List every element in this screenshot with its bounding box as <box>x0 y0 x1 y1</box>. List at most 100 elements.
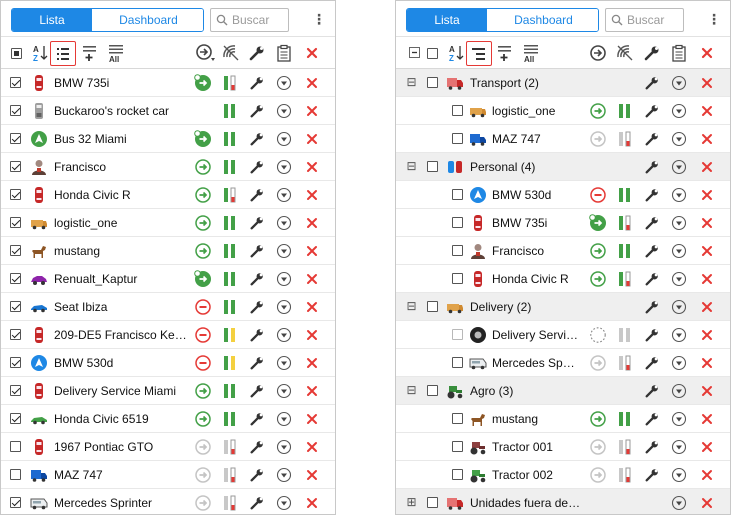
remove-unit-icon[interactable] <box>698 326 716 344</box>
remove-unit-icon[interactable] <box>698 410 716 428</box>
unit-checkbox[interactable] <box>10 469 21 480</box>
collapse-icon[interactable]: ⊟ <box>406 76 417 88</box>
unit-name[interactable]: 1967 Pontiac GTO <box>54 440 189 454</box>
unit-menu-icon[interactable] <box>670 130 688 148</box>
command-status-icon[interactable] <box>589 326 607 344</box>
unit-menu-icon[interactable] <box>275 326 293 344</box>
list-item[interactable]: Francisco <box>396 237 730 265</box>
command-status-icon[interactable] <box>194 382 212 400</box>
clipboard-icon[interactable] <box>668 42 690 64</box>
remove-unit-icon[interactable] <box>698 466 716 484</box>
unit-menu-icon[interactable] <box>275 438 293 456</box>
unit-menu-icon[interactable] <box>670 382 688 400</box>
command-status-icon[interactable] <box>589 410 607 428</box>
unit-checkbox[interactable] <box>10 301 21 312</box>
remove-unit-icon[interactable] <box>698 354 716 372</box>
wrench-icon[interactable] <box>248 74 266 92</box>
unit-name[interactable]: Mercedes Sprinter <box>54 496 189 510</box>
wrench-icon[interactable] <box>248 494 266 512</box>
unit-menu-icon[interactable] <box>275 298 293 316</box>
wrench-icon[interactable] <box>643 298 661 316</box>
command-status-icon[interactable] <box>194 270 212 288</box>
remove-unit-icon[interactable] <box>303 242 321 260</box>
group-row[interactable]: ⊟ Transport (2) <box>396 69 730 97</box>
unit-checkbox[interactable] <box>10 245 21 256</box>
command-status-icon[interactable] <box>589 438 607 456</box>
search-box[interactable] <box>210 8 289 32</box>
wrench-icon[interactable] <box>248 438 266 456</box>
remove-unit-icon[interactable] <box>303 130 321 148</box>
unit-menu-icon[interactable] <box>670 214 688 232</box>
list-item[interactable]: Delivery Servi… <box>396 321 730 349</box>
unit-menu-icon[interactable] <box>670 242 688 260</box>
list-item[interactable]: MAZ 747 <box>1 461 335 489</box>
unit-menu-icon[interactable] <box>275 494 293 512</box>
command-status-icon[interactable] <box>194 466 212 484</box>
list-item[interactable]: BMW 530d <box>396 181 730 209</box>
tab-lista[interactable]: Lista <box>407 9 487 31</box>
unit-name[interactable]: Honda Civic R <box>54 188 189 202</box>
list-item[interactable]: BMW 735i <box>396 209 730 237</box>
unit-checkbox[interactable] <box>452 469 463 480</box>
remove-unit-icon[interactable] <box>303 438 321 456</box>
list-item[interactable]: Renualt_Kaptur <box>1 265 335 293</box>
wrench-icon[interactable] <box>643 102 661 120</box>
list-item[interactable]: MAZ 747 <box>396 125 730 153</box>
unit-checkbox[interactable] <box>452 105 463 116</box>
remove-unit-icon[interactable] <box>698 186 716 204</box>
remove-unit-icon[interactable] <box>698 158 716 176</box>
group-view-icon[interactable] <box>466 41 492 66</box>
add-all-icon[interactable]: All <box>520 42 542 64</box>
wrench-icon[interactable] <box>248 354 266 372</box>
expand-icon[interactable]: ⊞ <box>406 496 417 508</box>
wrench-icon[interactable] <box>643 382 661 400</box>
signal-icon[interactable] <box>614 42 636 64</box>
wrench-icon[interactable] <box>643 466 661 484</box>
remove-unit-icon[interactable] <box>698 214 716 232</box>
unit-menu-icon[interactable] <box>670 102 688 120</box>
list-item[interactable]: Francisco <box>1 153 335 181</box>
unit-name[interactable]: Bus 32 Miami <box>54 132 189 146</box>
remove-unit-icon[interactable] <box>303 186 321 204</box>
group-checkbox[interactable] <box>427 385 438 396</box>
wrench-icon[interactable] <box>641 42 663 64</box>
wrench-icon[interactable] <box>643 130 661 148</box>
remove-unit-icon[interactable] <box>303 326 321 344</box>
group-row[interactable]: ⊟ Agro (3) <box>396 377 730 405</box>
wrench-icon[interactable] <box>248 158 266 176</box>
list-item[interactable]: Mercedes Sprinter <box>1 489 335 514</box>
remove-unit-icon[interactable] <box>303 214 321 232</box>
remove-unit-icon[interactable] <box>698 102 716 120</box>
unit-checkbox[interactable] <box>452 357 463 368</box>
wrench-icon[interactable] <box>248 214 266 232</box>
unit-name[interactable]: mustang <box>492 412 578 426</box>
unit-name[interactable]: logistic_one <box>492 104 578 118</box>
add-to-list-icon[interactable] <box>79 42 101 64</box>
tab-lista[interactable]: Lista <box>12 9 92 31</box>
wrench-icon[interactable] <box>643 74 661 92</box>
select-all-checkbox[interactable] <box>5 42 27 64</box>
unit-checkbox[interactable] <box>10 497 21 508</box>
remove-unit-icon[interactable] <box>698 270 716 288</box>
unit-menu-icon[interactable] <box>275 186 293 204</box>
command-status-icon[interactable] <box>589 214 607 232</box>
list-item[interactable]: 209-DE5 Francisco Ke… <box>1 321 335 349</box>
remove-unit-icon[interactable] <box>698 130 716 148</box>
unit-name[interactable]: Tractor 002 <box>492 468 578 482</box>
unit-name[interactable]: Francisco <box>54 160 189 174</box>
wrench-icon[interactable] <box>248 382 266 400</box>
list-item[interactable]: BMW 735i <box>1 69 335 97</box>
add-all-icon[interactable]: All <box>105 42 127 64</box>
list-item[interactable]: Delivery Service Miami <box>1 377 335 405</box>
command-status-icon[interactable] <box>589 102 607 120</box>
list-item[interactable]: Honda Civic R <box>396 265 730 293</box>
unit-menu-icon[interactable] <box>670 298 688 316</box>
more-menu-icon[interactable]: ⋮ <box>707 11 721 27</box>
command-status-icon[interactable] <box>194 130 212 148</box>
group-checkbox[interactable] <box>427 301 438 312</box>
wrench-icon[interactable] <box>643 326 661 344</box>
unit-menu-icon[interactable] <box>275 410 293 428</box>
tab-dashboard[interactable]: Dashboard <box>92 9 203 31</box>
command-status-icon[interactable] <box>194 158 212 176</box>
wrench-icon[interactable] <box>643 214 661 232</box>
